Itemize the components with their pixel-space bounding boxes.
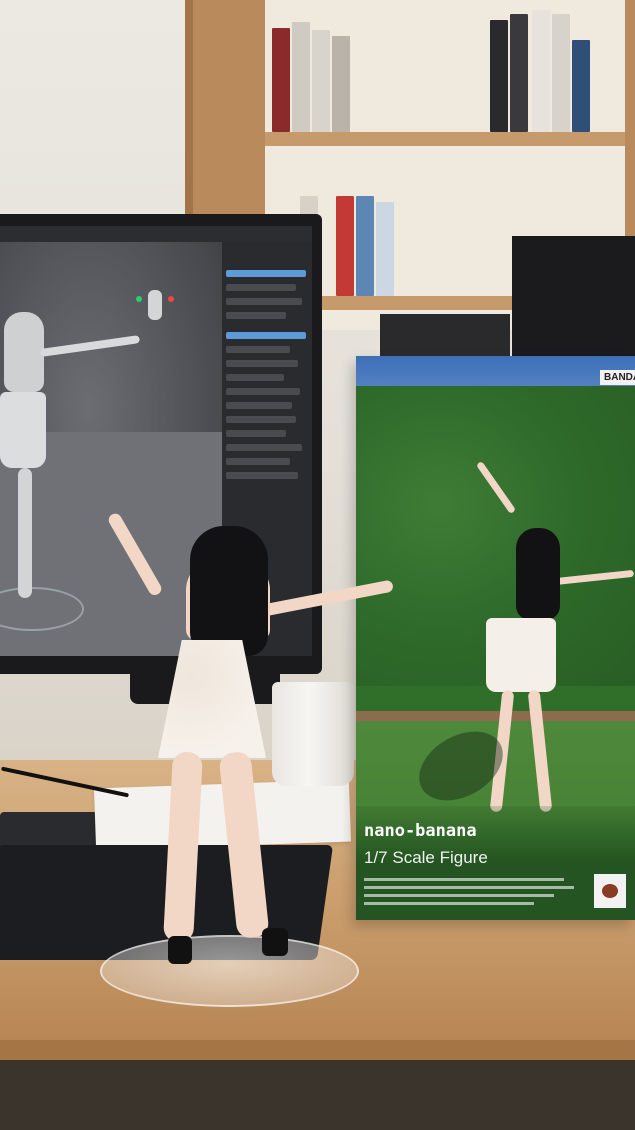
figure-hair bbox=[190, 526, 268, 656]
panel-row bbox=[226, 284, 296, 291]
figure-shoe-right bbox=[262, 928, 288, 956]
book bbox=[312, 30, 330, 132]
under-desk bbox=[0, 1060, 635, 1130]
software-menubar bbox=[0, 226, 312, 242]
model-arm bbox=[39, 335, 141, 357]
box-subtitle: 1/7 Scale Figure bbox=[364, 848, 488, 867]
mascot-logo bbox=[594, 874, 626, 908]
book bbox=[356, 196, 374, 296]
book bbox=[332, 36, 350, 132]
gizmo-dot-green bbox=[136, 296, 142, 302]
panel-row bbox=[226, 430, 286, 437]
panel-row bbox=[226, 360, 298, 367]
fine-print-line bbox=[364, 878, 564, 881]
book bbox=[376, 202, 394, 296]
panel-row bbox=[226, 298, 302, 305]
mascot-icon bbox=[602, 884, 618, 898]
product-box: BANDAI nano-banana 1/7 Scale Figure bbox=[356, 356, 635, 920]
gizmo-dot-red bbox=[168, 296, 174, 302]
box-figure-dress bbox=[486, 618, 556, 692]
panel-row bbox=[226, 312, 286, 319]
fine-print-line bbox=[364, 894, 554, 897]
fine-print-line bbox=[364, 886, 574, 889]
second-monitor bbox=[512, 236, 635, 360]
book bbox=[510, 14, 528, 132]
panel-row bbox=[226, 332, 306, 339]
viewport-gizmo-figure bbox=[148, 290, 162, 320]
book bbox=[490, 20, 508, 132]
book bbox=[292, 22, 310, 132]
book bbox=[532, 10, 550, 132]
panel-row bbox=[226, 458, 290, 465]
book bbox=[552, 14, 570, 132]
box-title: nano-banana bbox=[364, 821, 477, 841]
panel-row bbox=[226, 402, 292, 409]
acrylic-base bbox=[100, 935, 359, 1007]
book bbox=[572, 40, 590, 132]
fine-print-line bbox=[364, 902, 534, 905]
panel-row bbox=[226, 346, 290, 353]
brand-logo: BANDAI bbox=[600, 370, 635, 385]
dark-cabinet bbox=[380, 314, 510, 356]
panel-row bbox=[226, 472, 298, 479]
model-hair bbox=[4, 312, 44, 392]
coffee-mug bbox=[272, 682, 354, 786]
model-leg bbox=[18, 468, 32, 598]
book bbox=[272, 28, 290, 132]
shelf-board-upper bbox=[265, 132, 625, 146]
panel-row bbox=[226, 416, 296, 423]
panel-row bbox=[226, 388, 300, 395]
box-path bbox=[356, 711, 635, 721]
figure-shoe-left bbox=[168, 936, 192, 964]
book bbox=[336, 196, 354, 296]
box-figure-hair bbox=[516, 528, 560, 620]
panel-row bbox=[226, 270, 306, 277]
desk-edge bbox=[0, 1040, 635, 1060]
panel-row bbox=[226, 444, 302, 451]
model-dress bbox=[0, 392, 46, 468]
panel-row bbox=[226, 374, 284, 381]
